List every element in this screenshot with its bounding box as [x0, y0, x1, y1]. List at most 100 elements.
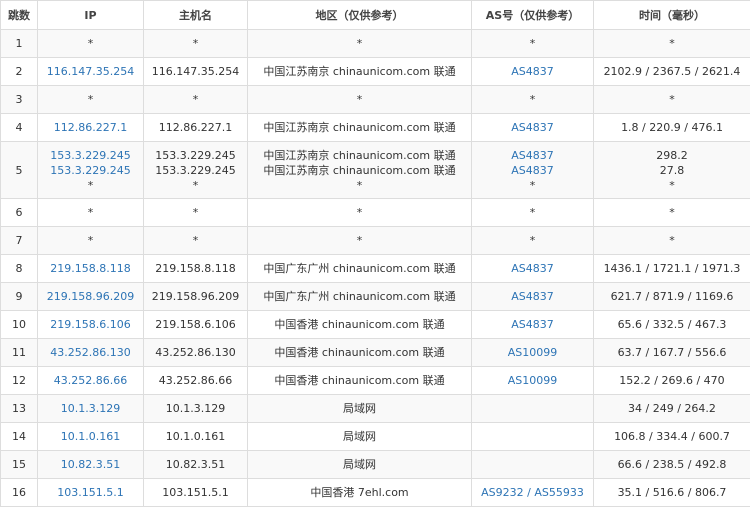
ip-link[interactable]: 10.1.3.129: [38, 401, 143, 416]
as-text: *: [529, 234, 536, 247]
time-text: 27.8: [659, 163, 685, 177]
time-cell: 152.2 / 269.6 / 470: [593, 366, 750, 395]
as-link[interactable]: AS4837: [472, 64, 593, 79]
table-row: 2 116.147.35.254 116.147.35.254 中国江苏南京 chin…: [0, 57, 750, 86]
hostname-cell: *: [143, 198, 248, 227]
region-text: 中国香港 chinaunicom.com 联通: [274, 374, 445, 387]
hop-cell: 4: [0, 113, 38, 142]
time-cell: 106.8 / 334.4 / 600.7: [593, 422, 750, 451]
ip-link[interactable]: 219.158.6.106: [38, 317, 143, 332]
as-link[interactable]: AS10099: [472, 373, 593, 388]
ip-link[interactable]: 153.3.229.245: [38, 148, 143, 163]
time-cell: 1436.1 / 1721.1 / 1971.3: [593, 254, 750, 283]
region-text: 中国香港 7ehl.com: [310, 486, 409, 499]
host-text: 112.86.227.1: [158, 121, 233, 134]
host-text: *: [192, 93, 199, 106]
region-text: 中国广东广州 chinaunicom.com 联通: [263, 290, 456, 303]
host-text: 153.3.229.245: [155, 163, 236, 177]
host-text: 10.1.0.161: [165, 430, 226, 443]
as-cell: [471, 394, 594, 423]
host-text: *: [192, 206, 199, 219]
ip-link[interactable]: 10.82.3.51: [38, 457, 143, 472]
ip-link[interactable]: 112.86.227.1: [38, 120, 143, 135]
table-row: 3 * * * * *: [0, 85, 750, 114]
as-link[interactable]: AS4837: [472, 120, 593, 135]
host-text: 10.82.3.51: [165, 458, 226, 471]
hostname-cell: 219.158.6.106: [143, 310, 248, 339]
table-row: 11 43.252.86.130 43.252.86.130 中国香港 chinaun…: [0, 338, 750, 367]
region-text: *: [356, 178, 363, 192]
as-cell: AS4837 AS4837 *: [471, 141, 594, 199]
host-text: 43.252.86.66: [158, 374, 233, 387]
as-link[interactable]: AS4837: [472, 289, 593, 304]
hostname-cell: 219.158.96.209: [143, 282, 248, 311]
hop-cell: 3: [0, 85, 38, 114]
region-cell: 局域网: [247, 394, 472, 423]
as-link[interactable]: AS10099: [472, 345, 593, 360]
ip-link[interactable]: 43.252.86.130: [38, 345, 143, 360]
ip-cell: 10.1.0.161: [37, 422, 144, 451]
time-text: 1436.1 / 1721.1 / 1971.3: [603, 262, 741, 275]
table-row: 1 * * * * *: [0, 29, 750, 58]
host-text: 219.158.8.118: [155, 262, 236, 275]
table-row: 12 43.252.86.66 43.252.86.66 中国香港 chinaunic…: [0, 366, 750, 395]
col-header-hostname: 主机名: [143, 0, 248, 30]
region-cell: 中国江苏南京 chinaunicom.com 联通 中国江苏南京 chinauni…: [247, 141, 472, 199]
hop-cell: 15: [0, 450, 38, 479]
host-text: 219.158.96.209: [151, 290, 240, 303]
ip-link[interactable]: 219.158.8.118: [38, 261, 143, 276]
region-cell: 中国香港 7ehl.com: [247, 478, 472, 507]
ip-cell: *: [37, 85, 144, 114]
region-cell: 局域网: [247, 422, 472, 451]
time-text: 63.7 / 167.7 / 556.6: [617, 346, 727, 359]
ip-cell: *: [37, 198, 144, 227]
time-text: *: [669, 93, 675, 106]
region-text: *: [356, 37, 363, 50]
region-cell: 中国江苏南京 chinaunicom.com 联通: [247, 57, 472, 86]
as-link[interactable]: AS4837: [472, 163, 593, 178]
col-header-ip: IP: [37, 0, 144, 30]
as-cell: AS4837: [471, 310, 594, 339]
time-text: 34 / 249 / 264.2: [628, 402, 716, 415]
ip-cell: 103.151.5.1: [37, 478, 144, 507]
time-text: *: [669, 178, 675, 192]
region-cell: *: [247, 29, 472, 58]
region-text: 局域网: [343, 430, 376, 443]
ip-link[interactable]: 103.151.5.1: [38, 485, 143, 500]
table-row: 15 10.82.3.51 10.82.3.51 局域网 66.6 / 238.5 / …: [0, 450, 750, 479]
ip-cell: 43.252.86.130: [37, 338, 144, 367]
as-text: *: [529, 93, 536, 106]
as-link[interactable]: AS4837: [472, 317, 593, 332]
ip-link[interactable]: 219.158.96.209: [38, 289, 143, 304]
hostname-cell: 10.1.0.161: [143, 422, 248, 451]
table-row: 14 10.1.0.161 10.1.0.161 局域网 106.8 / 334.4 /…: [0, 422, 750, 451]
time-cell: 1.8 / 220.9 / 476.1: [593, 113, 750, 142]
hop-cell: 11: [0, 338, 38, 367]
time-cell: 35.1 / 516.6 / 806.7: [593, 478, 750, 507]
hostname-cell: 153.3.229.245 153.3.229.245 *: [143, 141, 248, 199]
as-cell: AS10099: [471, 366, 594, 395]
ip-cell: 116.147.35.254: [37, 57, 144, 86]
hop-cell: 8: [0, 254, 38, 283]
region-cell: *: [247, 85, 472, 114]
region-text: *: [356, 93, 363, 106]
ip-link[interactable]: 116.147.35.254: [38, 64, 143, 79]
hostname-cell: *: [143, 85, 248, 114]
hostname-cell: 103.151.5.1: [143, 478, 248, 507]
ip-cell: *: [37, 29, 144, 58]
ip-link[interactable]: 153.3.229.245: [38, 163, 143, 178]
table-row: 8 219.158.8.118 219.158.8.118 中国广东广州 chinau…: [0, 254, 750, 283]
time-text: 1.8 / 220.9 / 476.1: [621, 121, 723, 134]
as-link[interactable]: AS4837: [472, 261, 593, 276]
ip-text: *: [87, 37, 94, 50]
col-header-time: 时间（毫秒）: [593, 0, 750, 30]
region-cell: *: [247, 198, 472, 227]
ip-link[interactable]: 10.1.0.161: [38, 429, 143, 444]
time-cell: 621.7 / 871.9 / 1169.6: [593, 282, 750, 311]
host-text: 219.158.6.106: [155, 318, 236, 331]
hostname-cell: *: [143, 29, 248, 58]
ip-link[interactable]: 43.252.86.66: [38, 373, 143, 388]
col-header-region: 地区（仅供参考）: [247, 0, 472, 30]
as-link[interactable]: AS4837: [472, 148, 593, 163]
as-link[interactable]: AS9232 / AS55933: [472, 485, 593, 500]
